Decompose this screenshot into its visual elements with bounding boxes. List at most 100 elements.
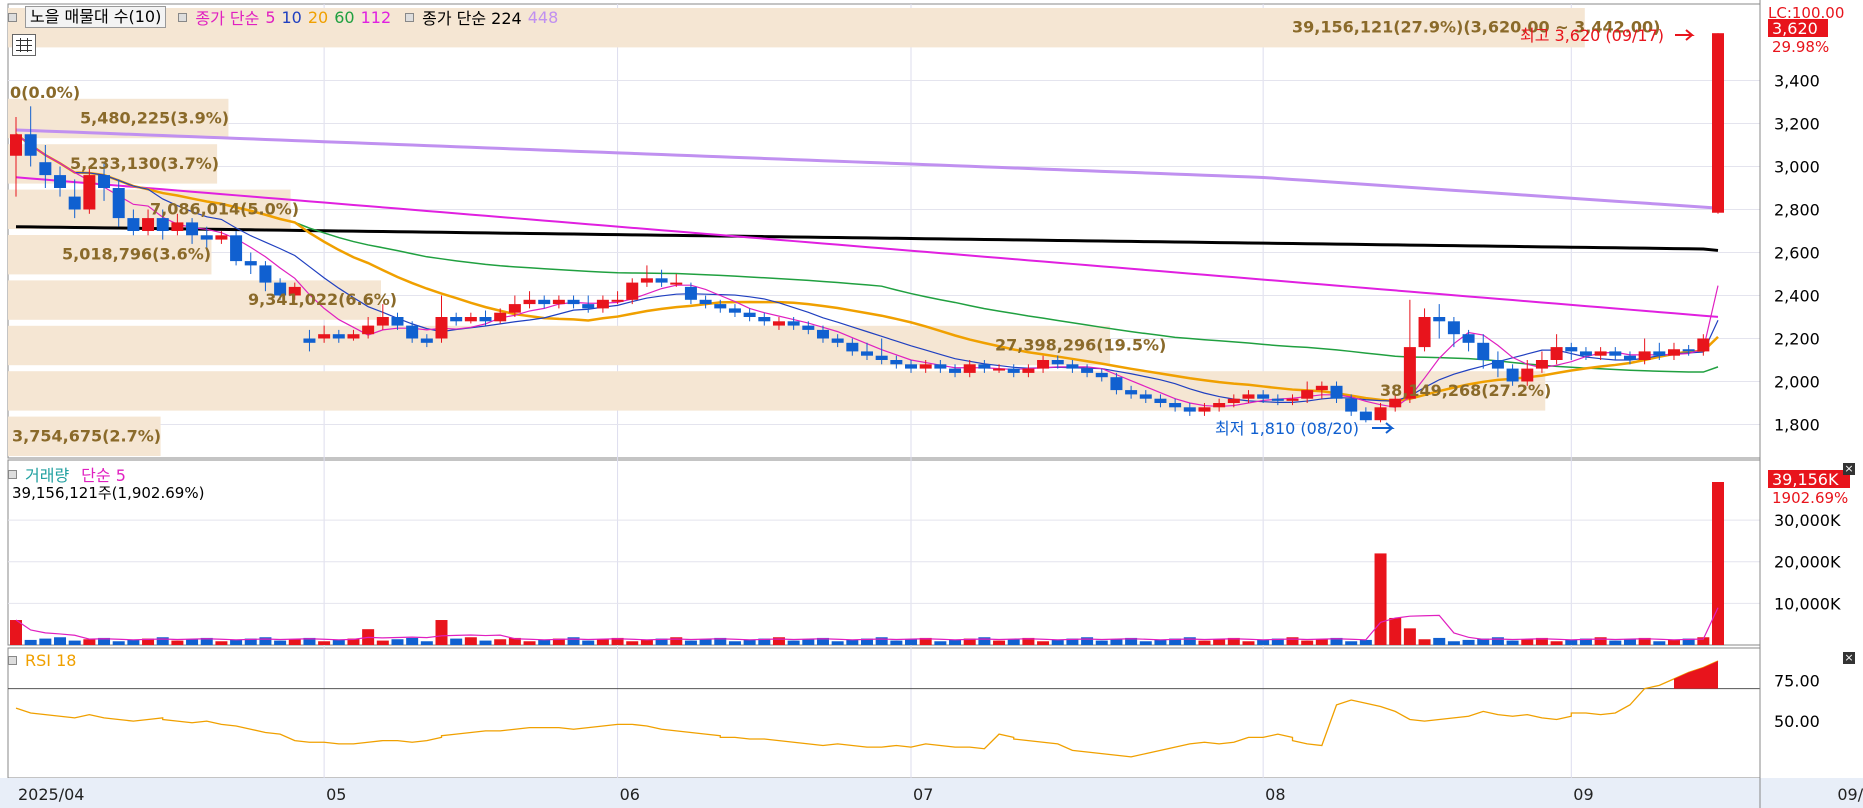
volume-bar [523, 641, 536, 645]
volume-bar [684, 640, 697, 645]
candle-body [303, 338, 316, 343]
volume-bar [406, 637, 419, 645]
candle-body [1491, 360, 1504, 369]
price-tick-label: 2,400 [1774, 287, 1820, 306]
grid-toggle-icon[interactable] [12, 34, 36, 56]
candle-body [699, 299, 712, 305]
volume-bar [934, 641, 947, 645]
volume-tick-label: 20,000K [1774, 553, 1841, 572]
candle-body [376, 317, 389, 326]
volume-panel [7, 459, 1761, 646]
candle-body [420, 338, 433, 343]
candle-body [1125, 390, 1138, 395]
volume-bar [728, 641, 741, 645]
volume-tick-label: 30,000K [1774, 511, 1841, 530]
candle-body [54, 175, 67, 188]
volume-bar [1667, 639, 1680, 645]
volume-bar [112, 641, 125, 645]
volume-change-label: 1902.69% [1772, 489, 1848, 507]
candle-body [1506, 368, 1519, 382]
volume-bar [1051, 639, 1064, 645]
candle-body [1139, 394, 1152, 399]
close-volume-icon[interactable]: × [1843, 463, 1855, 475]
volume-value-text: 39,156,121주(1,902.69%) [12, 484, 205, 502]
candle-body [728, 308, 741, 313]
candle-body [1081, 368, 1094, 373]
candle-body [1418, 317, 1431, 348]
candle-body [24, 134, 37, 156]
x-tick-label: 09/17 [1837, 785, 1863, 804]
volume-bar [1418, 639, 1431, 645]
candle-body [611, 299, 624, 302]
candle-body [1712, 33, 1724, 213]
volume-bar [743, 639, 756, 645]
low-annotation: 최저 1,810 (08/20) [1215, 419, 1359, 438]
candle-body [406, 325, 419, 339]
candle-body [1609, 351, 1622, 356]
candle-body [670, 282, 683, 285]
volume-bar [420, 641, 433, 645]
volume-bar [582, 640, 595, 645]
candle-body [567, 299, 580, 305]
volume-profile-toggle[interactable]: 노을 매물대 수(10) [25, 6, 167, 28]
volume-bar [318, 641, 331, 645]
volume-profile-label: 27,398,296(19.5%) [995, 336, 1166, 355]
volume-bar [1550, 641, 1563, 645]
candle-body [523, 299, 536, 305]
candle-body [244, 261, 257, 266]
candle-body [816, 329, 829, 339]
volume-bar [905, 639, 918, 645]
volume-bar [1007, 639, 1020, 645]
candle-body [1623, 355, 1636, 360]
volume-last-label: 39,156K [1772, 470, 1839, 489]
candle-body [98, 175, 111, 188]
candle-body [1579, 351, 1592, 356]
candle-body [479, 317, 492, 322]
candle-body [1169, 403, 1182, 408]
candle-body [347, 334, 360, 339]
volume-bar [435, 620, 448, 645]
volume-bar [1095, 640, 1108, 645]
candle-body [68, 196, 81, 210]
candle-body [714, 304, 727, 309]
ma-period-5: 5 [265, 7, 276, 27]
rsi-toggle-icon[interactable] [8, 656, 17, 665]
rsi-panel [7, 647, 1761, 779]
candle-body [318, 334, 331, 339]
close-rsi-icon[interactable]: × [1843, 652, 1855, 664]
candle-body [362, 325, 375, 335]
volume-bar [596, 639, 609, 645]
candle-body [230, 235, 243, 262]
candle-body [1095, 372, 1108, 378]
volume-bar [450, 638, 463, 645]
candle-body [1477, 342, 1490, 360]
volume-bar [464, 637, 477, 645]
volume-bar [54, 637, 67, 645]
volume-toggle-icon[interactable] [8, 469, 17, 479]
candle-body [861, 351, 873, 356]
volume-bar [640, 639, 653, 645]
volume-bar [230, 639, 243, 645]
volume-bar [494, 639, 507, 645]
price-tick-label: 2,200 [1774, 330, 1820, 349]
legend-toggle-icon[interactable] [8, 12, 17, 22]
candle-body [1638, 351, 1651, 360]
candle-body [655, 278, 668, 283]
price-tick-label: 1,800 [1774, 416, 1820, 435]
volume-bar [1242, 641, 1255, 645]
candle-body [596, 299, 609, 309]
candle-body [1433, 317, 1446, 322]
candle-body [215, 235, 228, 240]
candle-body [435, 317, 448, 339]
ma-period-20: 20 [307, 7, 329, 27]
volume-bar [1623, 639, 1636, 645]
volume-profile-label: 5,018,796(3.6%) [62, 245, 211, 264]
volume-bar [376, 640, 389, 645]
volume-bar [1403, 628, 1416, 645]
ma-toggle-icon[interactable] [178, 12, 188, 22]
volume-bar [83, 639, 96, 645]
candle-body [1330, 385, 1343, 399]
volume-bar [890, 640, 903, 645]
volume-bar [1110, 639, 1123, 645]
ma2-toggle-icon[interactable] [405, 12, 415, 22]
